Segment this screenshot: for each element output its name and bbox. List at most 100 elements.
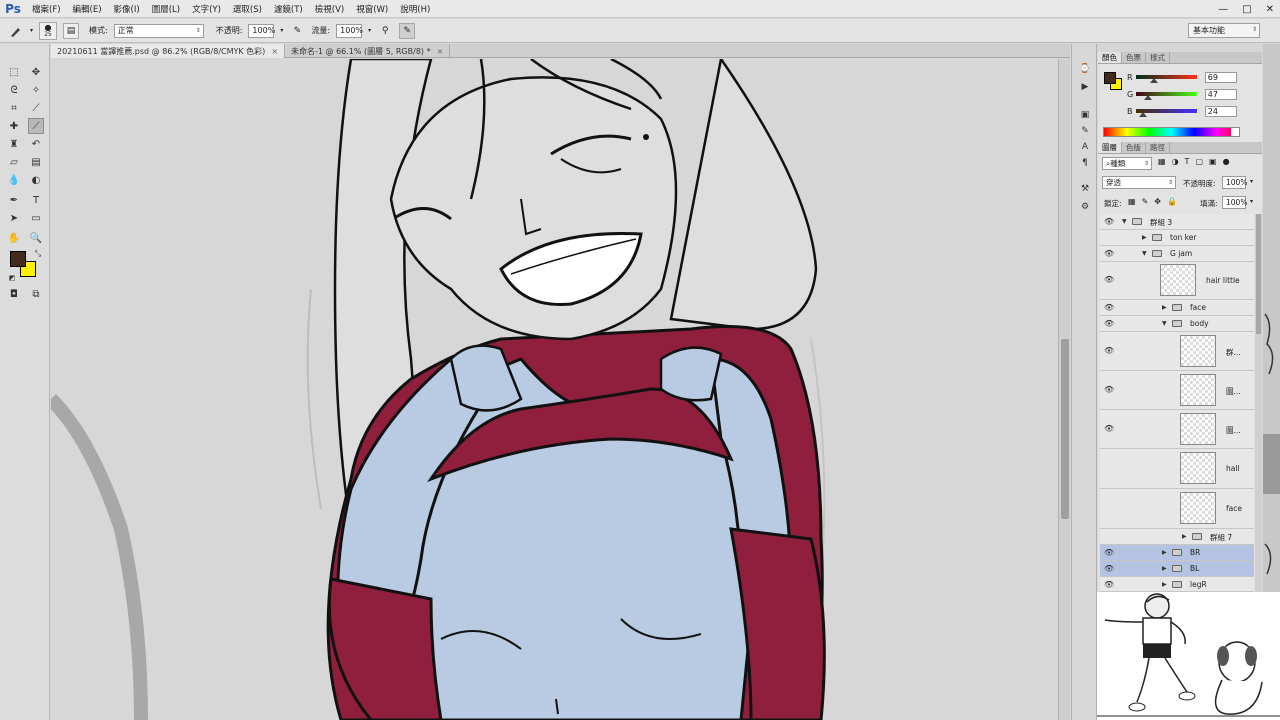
crop-tool-icon[interactable]: ⌗: [6, 100, 22, 116]
swap-colors-icon[interactable]: ⤡: [30, 246, 46, 262]
brush-panel-toggle-icon[interactable]: ▤: [63, 22, 80, 39]
color-fg-swatch[interactable]: [1104, 72, 1116, 84]
slider-knob[interactable]: [1144, 95, 1153, 100]
expand-triangle-icon[interactable]: ▶: [1142, 234, 1147, 241]
brush-presets-icon[interactable]: ✎: [1078, 124, 1092, 138]
menu-type[interactable]: 文字(Y): [186, 3, 227, 15]
visibility-eye-icon[interactable]: 👁: [1104, 233, 1114, 242]
lock-transparent-icon[interactable]: ▦: [1128, 197, 1136, 206]
filter-adjust-icon[interactable]: ◑: [1172, 157, 1179, 166]
menu-edit[interactable]: 編輯(E): [67, 3, 108, 15]
filter-toggle-icon[interactable]: ●: [1223, 157, 1230, 166]
menu-layer[interactable]: 圖層(L): [146, 3, 186, 15]
path-select-tool-icon[interactable]: ➤: [6, 210, 22, 226]
visibility-eye-icon[interactable]: 👁: [1104, 503, 1114, 512]
flow-input[interactable]: 100%: [336, 23, 363, 38]
workspace-switcher[interactable]: 基本功能 ⇕: [1188, 23, 1260, 38]
visibility-eye-icon[interactable]: 👁: [1104, 303, 1114, 312]
visibility-eye-icon[interactable]: 👁: [1104, 217, 1114, 226]
maximize-button[interactable]: □: [1242, 4, 1251, 15]
visibility-eye-icon[interactable]: 👁: [1104, 564, 1114, 573]
slider-knob[interactable]: [1139, 112, 1148, 117]
minimize-button[interactable]: —: [1218, 4, 1228, 15]
layer-row[interactable]: 👁 hall: [1100, 449, 1254, 489]
actions-panel-icon[interactable]: ▶: [1078, 80, 1092, 94]
character-panel-icon[interactable]: A: [1078, 140, 1092, 154]
stamp-tool-icon[interactable]: ♜: [6, 136, 22, 152]
visibility-eye-icon[interactable]: 👁: [1104, 463, 1114, 472]
visibility-eye-icon[interactable]: 👁: [1104, 275, 1114, 284]
airbrush-icon[interactable]: ⚲: [377, 23, 393, 39]
default-colors-icon[interactable]: ◩: [4, 270, 20, 286]
layer-row[interactable]: 👁 ▼ 群組 3: [1100, 214, 1254, 230]
slider-knob[interactable]: [1150, 78, 1159, 83]
zoom-tool-icon[interactable]: 🔍: [28, 230, 44, 246]
document-tab[interactable]: 未命名-1 @ 66.1% (圖層 5, RGB/8) * ×: [285, 44, 451, 58]
visibility-eye-icon[interactable]: 👁: [1104, 424, 1114, 433]
layer-row[interactable]: 👁 ▼ body: [1100, 316, 1254, 332]
red-value-input[interactable]: 69: [1204, 71, 1237, 83]
paragraph-panel-icon[interactable]: ¶: [1078, 156, 1092, 170]
eraser-tool-icon[interactable]: ▱: [6, 154, 22, 170]
lock-paint-icon[interactable]: ✎: [1142, 197, 1149, 206]
mode-select[interactable]: 正常 ⇕: [113, 23, 204, 38]
adjustments-panel-icon[interactable]: ⚙: [1078, 200, 1092, 214]
expand-triangle-icon[interactable]: ▶: [1162, 565, 1167, 572]
layers-panel-scrollbar[interactable]: [1255, 214, 1262, 592]
visibility-eye-icon[interactable]: 👁: [1104, 385, 1114, 394]
visibility-eye-icon[interactable]: 👁: [1104, 532, 1114, 541]
history-brush-tool-icon[interactable]: ↶: [28, 136, 44, 152]
menu-window[interactable]: 視窗(W): [350, 3, 394, 15]
screen-mode-icon[interactable]: ⧉: [28, 286, 44, 302]
expand-triangle-icon[interactable]: ▶: [1182, 533, 1187, 540]
layer-filter-select[interactable]: ⌕ 種類 ⇕: [1102, 157, 1152, 170]
blend-mode-select[interactable]: 穿透 ⇕: [1102, 176, 1176, 189]
hand-tool-icon[interactable]: ✋: [6, 230, 22, 246]
fill-input[interactable]: 100%: [1222, 196, 1247, 209]
opacity-input[interactable]: 100%: [248, 23, 275, 38]
tab-color[interactable]: 顏色: [1098, 52, 1122, 63]
foreground-color-swatch[interactable]: [10, 251, 26, 267]
dodge-tool-icon[interactable]: ◐: [28, 172, 44, 188]
brush-tool-icon[interactable]: ⟋: [28, 118, 44, 134]
brush-tool-preset-icon[interactable]: [8, 23, 24, 39]
eyedropper-tool-icon[interactable]: ⟋: [28, 100, 44, 116]
expand-triangle-icon[interactable]: ▶: [1162, 304, 1167, 311]
filter-shape-icon[interactable]: ▢: [1195, 157, 1203, 166]
layer-row[interactable]: 👁 ▶ 群組 7: [1100, 529, 1254, 545]
layer-row[interactable]: 👁 ▶ ton ker: [1100, 230, 1254, 246]
tab-styles[interactable]: 樣式: [1146, 52, 1170, 63]
chevron-down-icon[interactable]: ▾: [30, 27, 33, 34]
tab-paths[interactable]: 路徑: [1146, 142, 1170, 153]
tool-presets-icon[interactable]: ⚒: [1078, 182, 1092, 196]
chevron-down-icon[interactable]: ▾: [280, 27, 283, 34]
filter-pixel-icon[interactable]: ▦: [1158, 157, 1166, 166]
pressure-opacity-icon[interactable]: ✎: [289, 23, 305, 39]
gradient-tool-icon[interactable]: ▤: [28, 154, 44, 170]
layer-row[interactable]: 👁 hair little: [1100, 262, 1254, 300]
layer-opacity-input[interactable]: 100%: [1222, 176, 1247, 189]
filter-smart-icon[interactable]: ▣: [1209, 157, 1217, 166]
menu-help[interactable]: 說明(H): [394, 3, 436, 15]
layer-comps-icon[interactable]: ▣: [1078, 108, 1092, 122]
expand-triangle-icon[interactable]: ▼: [1142, 250, 1147, 257]
tab-channels[interactable]: 色版: [1122, 142, 1146, 153]
visibility-eye-icon[interactable]: 👁: [1104, 319, 1114, 328]
lock-all-icon[interactable]: 🔒: [1167, 197, 1177, 206]
chevron-down-icon[interactable]: ▾: [1250, 178, 1253, 185]
layer-row[interactable]: 👁 face: [1100, 489, 1254, 529]
marquee-tool-icon[interactable]: ⬚: [6, 64, 22, 80]
document-tab[interactable]: 20210611 當譯推薦.psd @ 86.2% (RGB/8/CMYK 色彩…: [51, 44, 286, 58]
chevron-down-icon[interactable]: ▾: [1250, 198, 1253, 205]
layer-row[interactable]: 👁 ▶ BL: [1100, 561, 1254, 577]
close-button[interactable]: ✕: [1266, 4, 1274, 15]
red-slider[interactable]: [1136, 75, 1197, 83]
quick-select-tool-icon[interactable]: ✧: [28, 82, 44, 98]
visibility-eye-icon[interactable]: 👁: [1104, 548, 1114, 557]
expand-triangle-icon[interactable]: ▶: [1162, 581, 1167, 588]
tab-layers[interactable]: 圖層: [1098, 142, 1122, 153]
canvas-vertical-scrollbar[interactable]: [1058, 59, 1070, 720]
layer-row[interactable]: 👁 ▶ face: [1100, 300, 1254, 316]
expand-triangle-icon[interactable]: ▶: [1162, 549, 1167, 556]
scrollbar-thumb[interactable]: [1061, 339, 1069, 519]
